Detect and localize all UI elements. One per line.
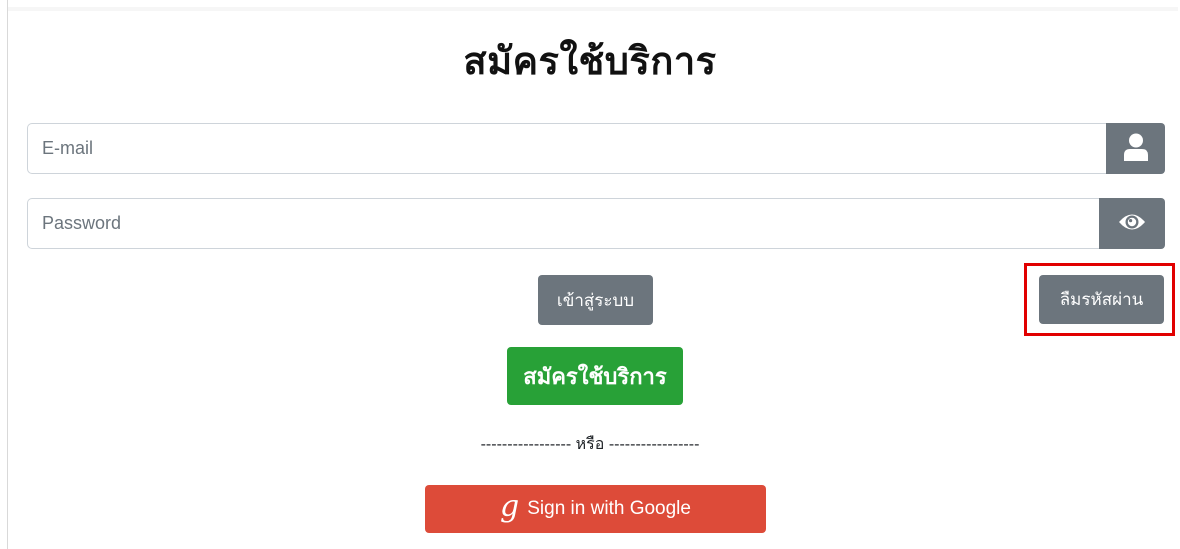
page-title: สมัครใช้บริการ	[463, 39, 717, 83]
eye-icon	[1118, 211, 1146, 237]
email-input[interactable]	[27, 123, 1106, 174]
email-addon	[1106, 123, 1165, 174]
email-input-group	[27, 123, 1165, 174]
or-divider: ----------------- หรือ -----------------	[480, 436, 700, 453]
google-signin-label: Sign in with Google	[527, 498, 691, 519]
user-icon	[1123, 133, 1148, 165]
password-input[interactable]	[27, 198, 1099, 249]
frame-top-border	[8, 7, 1178, 11]
toggle-password-button[interactable]	[1099, 198, 1165, 249]
password-input-group	[27, 198, 1165, 249]
register-button[interactable]: สมัครใช้บริการ	[507, 347, 683, 405]
login-button[interactable]: เข้าสู่ระบบ	[538, 275, 653, 325]
google-g-icon: g	[500, 489, 520, 524]
forgot-password-button[interactable]: ลืมรหัสผ่าน	[1039, 275, 1164, 324]
google-signin-button[interactable]: g Sign in with Google	[425, 485, 766, 533]
